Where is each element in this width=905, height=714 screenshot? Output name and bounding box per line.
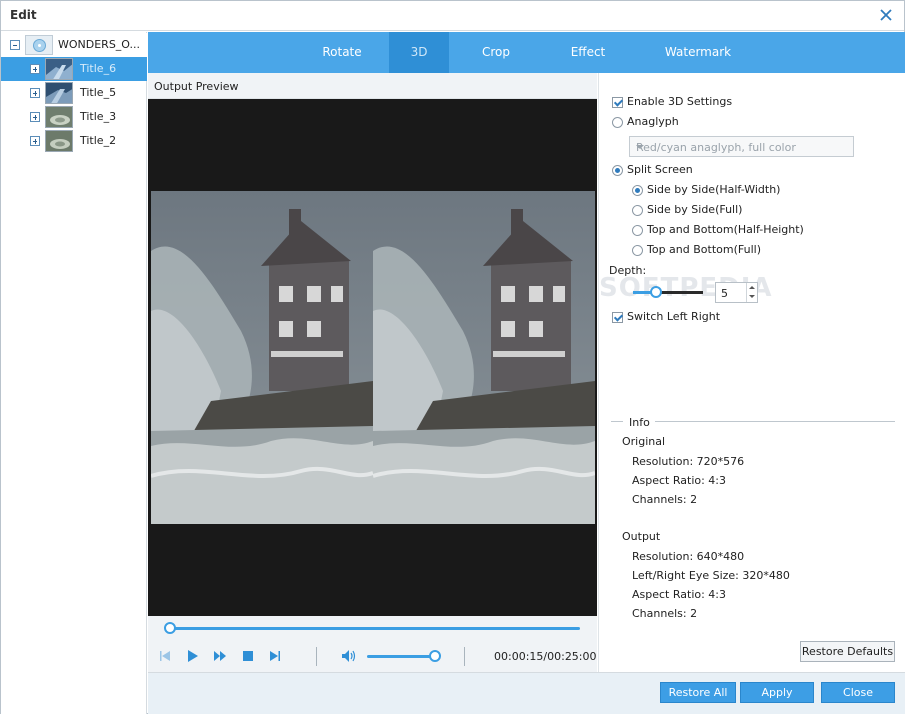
- original-resolution: Resolution: 720*576: [632, 455, 745, 468]
- split-option-label: Top and Bottom(Full): [647, 243, 761, 256]
- preview-header: Output Preview: [148, 73, 597, 99]
- original-aspect-ratio: Aspect Ratio: 4:3: [632, 474, 727, 487]
- tab-bar: Rotate 3D Crop Effect Watermark: [148, 32, 905, 73]
- tree-item-label: Title_6: [80, 62, 117, 75]
- split-option-radio[interactable]: [632, 185, 643, 196]
- divider: [316, 647, 317, 666]
- restore-defaults-button[interactable]: Restore Defaults: [800, 641, 895, 662]
- enable-3d-checkbox[interactable]: [612, 97, 623, 108]
- previous-icon[interactable]: [158, 649, 172, 663]
- split-option-label: Top and Bottom(Half-Height): [647, 223, 804, 236]
- tree-item-label: Title_2: [80, 134, 117, 147]
- apply-button[interactable]: Apply: [740, 682, 814, 703]
- right-eye-frame: [373, 191, 595, 524]
- volume-handle[interactable]: [429, 650, 441, 662]
- chevron-down-icon[interactable]: [749, 295, 755, 298]
- thumbnail: [45, 106, 73, 128]
- stop-icon[interactable]: [241, 649, 255, 663]
- title-list-panel: WONDERS_O... Title_6 Title_5 Title_3 Tit…: [1, 32, 147, 714]
- enable-3d-label: Enable 3D Settings: [627, 95, 733, 108]
- output-heading: Output: [622, 530, 661, 543]
- 3d-settings-panel: SOFTPEDIA Enable 3D Settings Anaglyph Re…: [598, 73, 905, 672]
- disc-icon: [25, 35, 53, 55]
- tab-watermark[interactable]: Watermark: [648, 32, 748, 73]
- divider: [655, 421, 895, 422]
- preview-label: Output Preview: [154, 80, 239, 93]
- split-option-label: Side by Side(Full): [647, 203, 743, 216]
- tree-root[interactable]: WONDERS_O...: [1, 33, 147, 57]
- volume-slider[interactable]: [367, 655, 436, 658]
- tree-item-title-3[interactable]: Title_3: [1, 105, 147, 129]
- edit-window: Edit WONDERS_O... Title_6 Title_5 Title_…: [0, 0, 905, 714]
- tree-root-label: WONDERS_O...: [58, 38, 141, 51]
- depth-label: Depth:: [609, 264, 647, 277]
- chevron-down-icon: [636, 145, 644, 149]
- divider: [611, 421, 623, 422]
- close-icon[interactable]: [878, 7, 894, 23]
- restore-all-button[interactable]: Restore All: [660, 682, 736, 703]
- thumbnail: [45, 130, 73, 152]
- anaglyph-select[interactable]: Red/cyan anaglyph, full color: [629, 136, 854, 157]
- tab-effect[interactable]: Effect: [548, 32, 628, 73]
- tree-item-title-5[interactable]: Title_5: [1, 81, 147, 105]
- expand-icon[interactable]: [30, 64, 40, 74]
- chevron-up-icon[interactable]: [749, 286, 755, 289]
- tab-crop[interactable]: Crop: [458, 32, 534, 73]
- depth-handle[interactable]: [650, 286, 662, 298]
- divider: [464, 647, 465, 666]
- split-screen-label: Split Screen: [627, 163, 693, 176]
- thumbnail: [45, 58, 73, 80]
- switch-left-right-checkbox[interactable]: [612, 312, 623, 323]
- tree-item-label: Title_3: [80, 110, 117, 123]
- expand-icon[interactable]: [30, 136, 40, 146]
- tab-rotate[interactable]: Rotate: [296, 32, 388, 73]
- next-icon[interactable]: [268, 649, 282, 663]
- split-option-radio[interactable]: [632, 245, 643, 256]
- original-heading: Original: [622, 435, 666, 448]
- split-option-radio[interactable]: [632, 205, 643, 216]
- expand-icon[interactable]: [30, 88, 40, 98]
- expand-icon[interactable]: [30, 112, 40, 122]
- seek-handle[interactable]: [164, 622, 176, 634]
- info-heading: Info: [629, 416, 650, 429]
- output-eye-size: Left/Right Eye Size: 320*480: [632, 569, 790, 582]
- fast-forward-icon[interactable]: [213, 649, 227, 663]
- playback-controls: 00:00:15/00:25:00: [148, 641, 597, 672]
- anaglyph-label: Anaglyph: [627, 115, 679, 128]
- window-title: Edit: [10, 8, 37, 22]
- title-bar: Edit: [1, 1, 904, 31]
- collapse-icon[interactable]: [10, 40, 20, 50]
- spinner-buttons[interactable]: [746, 283, 757, 302]
- depth-value: 5: [721, 287, 728, 300]
- volume-icon[interactable]: [341, 649, 357, 663]
- footer-bar: Restore All Apply Close: [148, 672, 905, 714]
- tree-item-label: Title_5: [80, 86, 117, 99]
- seek-bar[interactable]: [148, 616, 597, 641]
- depth-spinner[interactable]: 5: [715, 282, 758, 303]
- split-option-label: Side by Side(Half-Width): [647, 183, 781, 196]
- seek-track[interactable]: [169, 627, 580, 630]
- left-eye-frame: [151, 191, 373, 524]
- play-icon[interactable]: [185, 649, 199, 663]
- output-aspect-ratio: Aspect Ratio: 4:3: [632, 588, 727, 601]
- output-channels: Channels: 2: [632, 607, 698, 620]
- output-resolution: Resolution: 640*480: [632, 550, 745, 563]
- switch-left-right-label: Switch Left Right: [627, 310, 721, 323]
- thumbnail: [45, 82, 73, 104]
- close-button[interactable]: Close: [821, 682, 895, 703]
- split-screen-radio[interactable]: [612, 165, 623, 176]
- anaglyph-select-value: Red/cyan anaglyph, full color: [636, 141, 796, 154]
- anaglyph-radio[interactable]: [612, 117, 623, 128]
- split-option-radio[interactable]: [632, 225, 643, 236]
- video-preview: [148, 99, 597, 616]
- timecode: 00:00:15/00:25:00: [494, 650, 597, 663]
- original-channels: Channels: 2: [632, 493, 698, 506]
- tree-item-title-6[interactable]: Title_6: [1, 57, 147, 81]
- tree-item-title-2[interactable]: Title_2: [1, 129, 147, 153]
- tab-3d[interactable]: 3D: [389, 32, 449, 73]
